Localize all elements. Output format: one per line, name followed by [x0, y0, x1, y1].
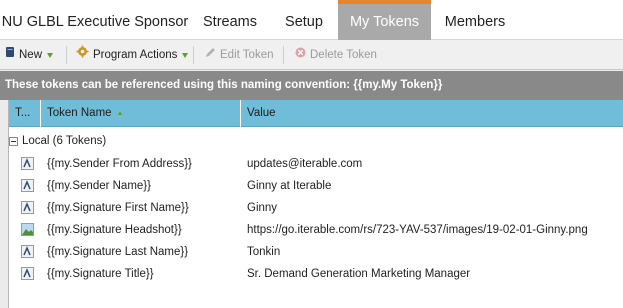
column-header-value[interactable]: Value [241, 100, 623, 127]
new-document-icon [5, 40, 15, 70]
delete-token-button[interactable]: Delete Token [295, 40, 377, 70]
column-header-type[interactable]: T... [9, 100, 41, 127]
chevron-down-icon [47, 52, 54, 58]
collapse-icon[interactable] [9, 136, 18, 146]
token-name-cell: {{my.Signature Last Name}} [47, 246, 189, 258]
token-value-cell: https://go.iterable.com/rs/723-YAV-537/i… [247, 224, 588, 236]
group-row-local[interactable]: Local (6 Tokens) [9, 131, 106, 151]
tab-setup[interactable]: Setup [270, 0, 338, 40]
new-button[interactable]: New [5, 40, 54, 70]
column-header-token-name[interactable]: Token Name [41, 100, 241, 127]
text-token-icon [21, 267, 34, 280]
pencil-icon [205, 40, 216, 70]
token-value-cell: Sr. Demand Generation Marketing Manager [247, 268, 471, 280]
sort-ascending-icon [117, 110, 122, 115]
gear-icon [76, 40, 89, 70]
text-token-icon [21, 157, 34, 170]
table-row[interactable]: {{my.Signature Last Name}} Tonkin [9, 241, 623, 263]
toolbar-divider [283, 46, 284, 64]
grid-header: T... Token Name Value [9, 100, 623, 127]
table-row[interactable]: {{my.Signature First Name}} Ginny [9, 197, 623, 219]
program-actions-label: Program Actions [93, 49, 178, 61]
toolbar-divider [66, 46, 67, 64]
group-label: Local (6 Tokens) [22, 135, 107, 147]
token-name-cell: {{my.Signature Title}} [47, 268, 154, 280]
program-actions-button[interactable]: Program Actions [76, 40, 189, 70]
tab-streams[interactable]: Streams [190, 0, 270, 40]
token-name-cell: {{my.Sender Name}} [47, 180, 151, 192]
chevron-down-icon [182, 52, 189, 58]
token-name-cell: {{my.Signature Headshot}} [47, 224, 182, 236]
token-name-cell: {{my.Signature First Name}} [47, 202, 189, 214]
tab-my-tokens[interactable]: My Tokens [338, 0, 431, 40]
token-value-cell: Ginny [247, 202, 278, 214]
toolbar: New Program Actions Edit Token Delete To… [0, 40, 623, 70]
table-row[interactable]: {{my.Signature Title}} Sr. Demand Genera… [9, 263, 623, 285]
tab-members[interactable]: Members [431, 0, 519, 40]
delete-token-label: Delete Token [310, 49, 377, 61]
token-value-cell: Ginny at Iterable [247, 180, 332, 192]
tab-bar: NU GLBL Executive Sponsor Streams Setup … [0, 0, 623, 40]
text-token-icon [21, 245, 34, 258]
text-token-icon [21, 179, 34, 192]
toolbar-divider [193, 46, 194, 64]
table-row[interactable]: {{my.Sender From Address}} updates@itera… [9, 153, 623, 175]
edit-token-label: Edit Token [220, 49, 274, 61]
table-row[interactable]: {{my.Sender Name}} Ginny at Iterable [9, 175, 623, 197]
tokens-grid: T... Token Name Value Local (6 Tokens) {… [8, 100, 623, 308]
naming-convention-info: These tokens can be referenced using thi… [0, 71, 623, 100]
text-token-icon [21, 201, 34, 214]
edit-token-button[interactable]: Edit Token [205, 40, 274, 70]
image-token-icon [21, 223, 34, 236]
new-button-label: New [19, 49, 43, 61]
token-value-cell: Tonkin [247, 246, 281, 258]
token-value-cell: updates@iterable.com [247, 158, 363, 170]
table-row[interactable]: {{my.Signature Headshot}} https://go.ite… [9, 219, 623, 241]
tab-program-name[interactable]: NU GLBL Executive Sponsor [0, 0, 190, 40]
column-header-token-name-label: Token Name [47, 107, 112, 119]
delete-icon [295, 40, 306, 70]
token-name-cell: {{my.Sender From Address}} [47, 158, 192, 170]
